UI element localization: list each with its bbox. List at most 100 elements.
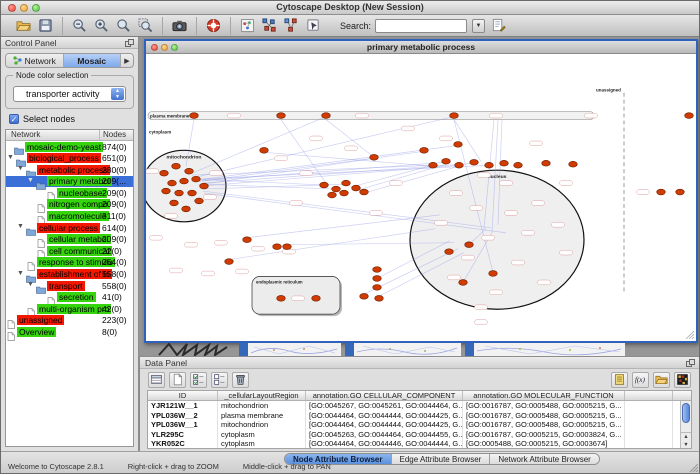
table-row[interactable]: YJR121W__1mitochondrion[GO:0045267, GO:0…: [148, 401, 691, 411]
network-node[interactable]: [373, 276, 382, 282]
tree-row[interactable]: nitrogen compo209(0): [6, 199, 133, 211]
network-node[interactable]: [342, 180, 351, 186]
collapse-network-icon[interactable]: [282, 17, 301, 35]
tab-mosaic[interactable]: Mosaic: [64, 54, 122, 67]
overview-icon[interactable]: [238, 17, 257, 35]
network-node[interactable]: [360, 293, 369, 299]
table-row[interactable]: YLR295Ccytoplasm[GO:0045263, GO:0044464,…: [148, 430, 691, 440]
attribute-editor-icon[interactable]: [489, 17, 508, 35]
tree-row[interactable]: ▼biological_process651(0): [6, 153, 133, 165]
search-dropdown-icon[interactable]: ▼: [472, 19, 485, 33]
scrollbar-arrows-icon[interactable]: ▲▼: [681, 432, 691, 448]
snapshot-icon[interactable]: [170, 17, 189, 35]
tree-row[interactable]: ▼cellular process614(0): [6, 222, 133, 234]
tree-row[interactable]: macromolecule311(0): [6, 211, 133, 223]
table-column-header[interactable]: annotation.GO MOLECULAR_FUNCTION: [463, 391, 625, 400]
table-scrollbar[interactable]: ▲▼: [680, 401, 691, 448]
network-node[interactable]: [182, 206, 191, 212]
network-node[interactable]: [168, 180, 177, 186]
network-edge[interactable]: [326, 120, 374, 158]
tree-row[interactable]: secretion41(0): [6, 292, 133, 304]
network-node[interactable]: [225, 259, 234, 265]
network-canvas[interactable]: plasma membranecytoplasmmitochondrionnuc…: [146, 54, 696, 341]
tree-column-nodes[interactable]: Nodes: [103, 130, 126, 139]
network-node[interactable]: [375, 295, 384, 301]
zoom-in-icon[interactable]: [92, 17, 111, 35]
tree-row[interactable]: ▼metabolic process280(0): [6, 164, 133, 176]
network-edge[interactable]: [192, 117, 326, 174]
network-node[interactable]: [370, 154, 379, 160]
network-node[interactable]: [277, 295, 286, 301]
node-color-combobox[interactable]: transporter activity ▲▼: [13, 86, 126, 102]
network-node[interactable]: [322, 113, 331, 119]
table-column-header[interactable]: _cellularLayoutRegion: [218, 391, 306, 400]
network-edge[interactable]: [229, 229, 435, 260]
expand-arrow-icon[interactable]: ▼: [17, 223, 24, 230]
network-node[interactable]: [283, 244, 292, 250]
network-node[interactable]: [459, 280, 468, 286]
table-row[interactable]: YKR052Ccytoplasm[GO:0044464, GO:0044446,…: [148, 439, 691, 449]
network-node[interactable]: [455, 162, 464, 168]
network-node[interactable]: [470, 159, 479, 165]
network-edge[interactable]: [196, 117, 454, 178]
network-node[interactable]: [162, 188, 171, 194]
network-node[interactable]: [172, 163, 181, 169]
select-attributes-icon[interactable]: [190, 372, 207, 388]
expand-arrow-icon[interactable]: ▼: [7, 154, 14, 161]
network-node[interactable]: [514, 162, 523, 168]
tree-column-network[interactable]: Network: [11, 130, 40, 139]
network-node[interactable]: [190, 113, 199, 119]
tree-row[interactable]: multi-organism pro42(0): [6, 303, 133, 315]
background-window[interactable]: [345, 343, 461, 356]
help-icon[interactable]: [204, 17, 223, 35]
tab-network-attribute-browser[interactable]: Network Attribute Browser: [490, 454, 598, 464]
network-node[interactable]: [569, 161, 578, 167]
tree-row[interactable]: cell communicat22(0): [6, 245, 133, 257]
tree-row[interactable]: cellular metabol209(0): [6, 234, 133, 246]
network-node[interactable]: [442, 158, 451, 164]
tab-edge-attribute-browser[interactable]: Edge Attribute Browser: [392, 454, 491, 464]
expand-arrow-icon[interactable]: ▼: [17, 270, 24, 277]
tree-row[interactable]: nucleobase-209(0): [6, 187, 133, 199]
table-row[interactable]: YPL036W__2plasma membrane[GO:0044464, GO…: [148, 411, 691, 421]
tree-row[interactable]: ▼transport558(0): [6, 280, 133, 292]
network-node[interactable]: [500, 160, 509, 166]
load-attributes-icon[interactable]: [653, 372, 670, 388]
expand-arrow-icon[interactable]: ▼: [17, 165, 24, 172]
network-node[interactable]: [192, 176, 201, 182]
unselect-attributes-icon[interactable]: [211, 372, 228, 388]
search-input[interactable]: [375, 19, 467, 33]
network-node[interactable]: [340, 190, 349, 196]
network-node[interactable]: [657, 189, 666, 195]
network-node[interactable]: [188, 190, 197, 196]
delete-attribute-icon[interactable]: [232, 372, 249, 388]
network-node[interactable]: [312, 295, 321, 301]
network-node[interactable]: [420, 147, 429, 153]
network-node[interactable]: [450, 113, 459, 119]
resize-grip-icon[interactable]: [688, 462, 698, 472]
table-column-header[interactable]: [625, 391, 673, 400]
zoom-fit-icon[interactable]: [114, 17, 133, 35]
select-nodes-checkbox[interactable]: ✓: [9, 114, 19, 124]
tab-overflow-icon[interactable]: ▶: [121, 54, 133, 67]
table-column-header[interactable]: annotation.GO CELLULAR_COMPONENT: [306, 391, 463, 400]
tree-row[interactable]: response to stimulu264(0): [6, 257, 133, 269]
network-edge[interactable]: [454, 120, 481, 162]
network-node[interactable]: [373, 267, 382, 273]
network-node[interactable]: [195, 198, 204, 204]
network-node[interactable]: [175, 190, 184, 196]
network-node[interactable]: [352, 185, 361, 191]
table-row[interactable]: YPL036W__1mitochondrion[GO:0044464, GO:0…: [148, 420, 691, 430]
network-node[interactable]: [273, 244, 282, 250]
table-icon[interactable]: [148, 372, 165, 388]
network-node[interactable]: [170, 200, 179, 206]
region-plasma-membrane[interactable]: [148, 112, 594, 120]
network-node[interactable]: [200, 183, 209, 189]
network-edge[interactable]: [264, 152, 433, 166]
network-node[interactable]: [332, 186, 341, 192]
expand-arrow-icon[interactable]: ▼: [27, 281, 34, 288]
tree-row[interactable]: ▼establishment of lo558(0): [6, 269, 133, 281]
zoom-out-icon[interactable]: [70, 17, 89, 35]
combobox-stepper-icon[interactable]: ▲▼: [111, 88, 124, 100]
network-node[interactable]: [185, 168, 194, 174]
